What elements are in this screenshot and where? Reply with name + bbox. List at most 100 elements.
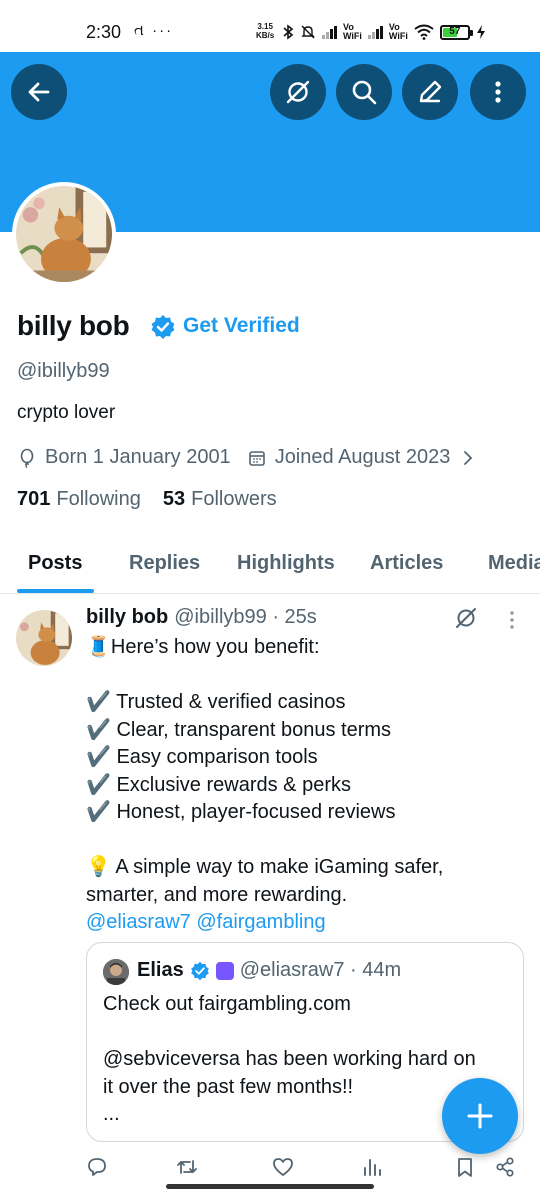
post-line: 💡 A simple way to make iGaming safer, (86, 856, 444, 878)
post-line: ✔️ Honest, player-focused reviews (86, 801, 396, 823)
calendar-icon (248, 450, 265, 466)
status-bar: 2:30 ત ··· 3.15 KB/s Vo WiFi Vo WiFi 57 (0, 0, 540, 52)
balloon-icon (20, 448, 34, 468)
back-arrow-icon (28, 82, 50, 102)
reply-button[interactable] (86, 1156, 108, 1178)
vowifi-1-label: Vo WiFi (343, 22, 362, 41)
post-line (86, 662, 526, 690)
repost-icon (177, 1160, 197, 1174)
notification-icons: ત ··· (134, 22, 174, 39)
post-line: ✔️ Exclusive rewards & perks (86, 773, 351, 796)
grok-icon (286, 80, 310, 104)
post-header: billy bob @ibillyb99 · 25s (86, 606, 317, 629)
tab-posts[interactable]: Posts (28, 552, 82, 575)
tab-articles[interactable]: Articles (370, 552, 443, 575)
share-button[interactable] (494, 1156, 516, 1178)
quote-line: Check out fairgambling.com (103, 993, 351, 1015)
quote-line (103, 1019, 513, 1047)
signal-2-icon (367, 25, 383, 39)
wifi-icon (414, 24, 434, 40)
heart-icon (273, 1158, 293, 1176)
profile-bio: crypto lover (17, 402, 116, 423)
more-options-button[interactable] (470, 64, 526, 120)
get-verified-link[interactable]: Get Verified (183, 314, 300, 338)
post-line: smarter, and more rewarding. (86, 883, 348, 906)
battery-icon: 57 (439, 24, 473, 40)
views-button[interactable] (361, 1156, 383, 1178)
edit-button[interactable] (402, 64, 458, 120)
post-author-name[interactable]: billy bob (86, 606, 168, 629)
cat-avatar-image-small (16, 610, 72, 666)
grok-button[interactable] (270, 64, 326, 120)
chevron-right-icon (464, 450, 473, 465)
battery-level: 57 (449, 25, 461, 37)
birthday-item: Born 1 January 2001 (17, 446, 231, 469)
like-button[interactable] (272, 1156, 294, 1178)
edit-icon (419, 80, 442, 103)
active-tab-indicator (17, 589, 94, 593)
follow-stats: 701 Following 53 Followers (17, 488, 277, 511)
gesture-home-bar[interactable] (166, 1184, 374, 1189)
joined-item[interactable]: Joined August 2023 (247, 446, 479, 469)
profile-name: billy bob (17, 310, 130, 341)
share-icon (496, 1157, 514, 1177)
post-text: 🧵Here’s how you benefit: ✔️ Trusted & ve… (86, 634, 526, 937)
post-more-icon[interactable] (504, 608, 520, 632)
post-author-meta: @ibillyb99 · 25s (174, 606, 317, 628)
network-speed-unit: KB/s (256, 31, 275, 40)
bookmark-icon (458, 1158, 472, 1177)
signal-1-icon (322, 25, 337, 39)
verified-badge-icon (151, 315, 175, 339)
post-grok-icon[interactable] (454, 606, 478, 630)
post-line: ✔️ Easy comparison tools (86, 746, 318, 768)
birthday-text: Born 1 January 2001 (45, 446, 231, 468)
quote-verified-icon (190, 961, 209, 980)
post-actions (0, 1156, 540, 1180)
affiliate-badge-icon (215, 961, 234, 980)
search-icon (352, 80, 377, 105)
quote-header: Elias @eliasraw7 · 44m (137, 959, 401, 982)
post-line: 🧵Here’s how you benefit: (86, 636, 320, 658)
post-line (86, 827, 526, 855)
bookmark-button[interactable] (454, 1156, 476, 1178)
status-right-icons: Vo WiFi Vo WiFi 57 (282, 21, 486, 43)
post-line: ✔️ Trusted & verified casinos (86, 691, 346, 713)
mute-bell-icon (301, 25, 315, 39)
following-label: Following (56, 488, 141, 510)
profile-avatar[interactable] (12, 182, 116, 286)
following-count: 701 (17, 488, 51, 510)
quote-author-meta: @eliasraw7 · 44m (239, 959, 402, 981)
bluetooth-icon (283, 24, 294, 40)
tab-highlights[interactable]: Highlights (237, 552, 335, 575)
cat-avatar-image (16, 186, 112, 282)
tab-media[interactable]: Media (488, 552, 540, 575)
profile-tabs: Posts Replies Highlights Articles Media (0, 538, 540, 594)
following-link[interactable]: 701 Following (17, 488, 141, 511)
views-chart-icon (364, 1159, 381, 1176)
profile-meta-row: Born 1 January 2001 Joined August 2023 (17, 446, 494, 469)
more-vertical-icon (495, 81, 501, 103)
quote-author-name: Elias (137, 959, 184, 981)
reply-icon (88, 1158, 106, 1176)
followers-label: Followers (191, 488, 277, 510)
back-button[interactable] (11, 64, 67, 120)
plus-icon (467, 1103, 493, 1129)
followers-count: 53 (162, 488, 186, 510)
quote-author-avatar (103, 959, 129, 985)
status-time: 2:30 (86, 22, 122, 42)
followers-link[interactable]: 53 Followers (163, 488, 277, 511)
tab-replies[interactable]: Replies (129, 552, 200, 575)
network-speed: 3.15 KB/s (256, 22, 274, 40)
post-line: ✔️ Clear, transparent bonus terms (86, 718, 392, 741)
compose-fab-button[interactable] (442, 1078, 518, 1154)
network-speed-value: 3.15 (257, 22, 273, 31)
search-button[interactable] (336, 64, 392, 120)
profile-handle: @ibillyb99 (17, 360, 110, 382)
post-mentions[interactable]: @eliasraw7 @fairgambling (86, 909, 526, 937)
post-author-avatar[interactable] (16, 610, 72, 666)
vowifi-2-label: Vo WiFi (388, 22, 408, 41)
joined-text: Joined August 2023 (274, 446, 451, 468)
charging-icon (476, 25, 485, 39)
repost-button[interactable] (176, 1156, 198, 1178)
quote-line: @sebviceversa has been working hard on (103, 1048, 476, 1070)
